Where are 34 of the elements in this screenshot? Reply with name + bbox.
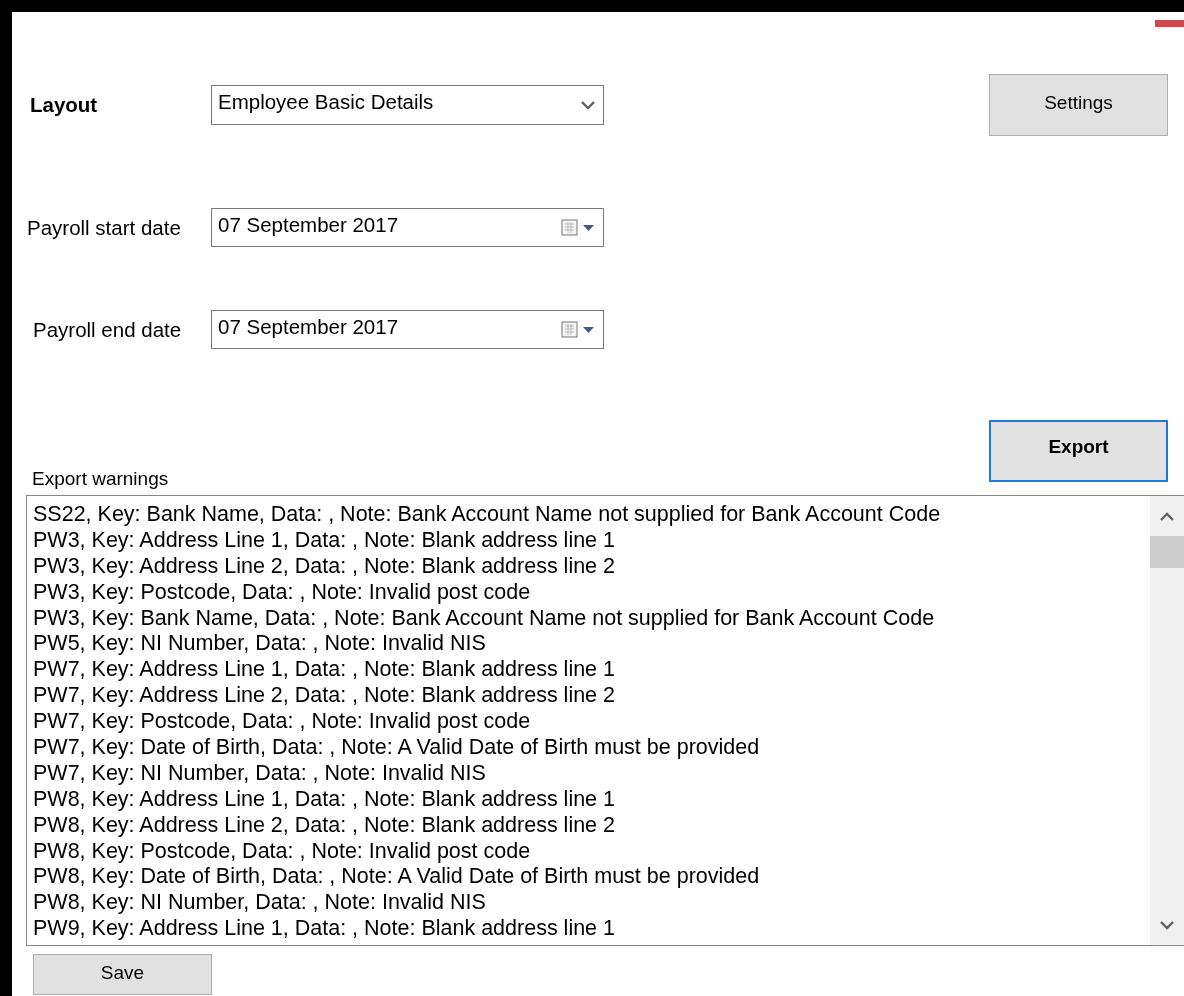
warning-line: PW3, Key: Address Line 2, Data: , Note: Blank address line 2	[33, 553, 616, 580]
calendar-dropdown-icon[interactable]	[561, 320, 595, 339]
settings-button[interactable]: Settings	[989, 74, 1168, 136]
field-label: Payroll end date	[32, 317, 183, 342]
warning-line: PW7, Key: Date of Birth, Data: , Note: A Valid Date of Birth must be provided	[33, 735, 761, 761]
warning-line: PW8, Key: NI Number, Data: , Note: Invalid NIS	[33, 890, 487, 917]
save-button[interactable]: Save	[33, 954, 212, 995]
scroll-up-icon[interactable]	[1160, 511, 1174, 521]
warning-line: PW7, Key: Postcode, Data: , Note: Invalid post code	[33, 709, 532, 735]
warning-line: PW8, Key: Date of Birth, Data: , Note: A Valid Date of Birth must be provided	[33, 864, 761, 891]
warning-line: PW3, Key: Postcode, Data: , Note: Invalid post code	[33, 579, 532, 606]
scroll-down-icon[interactable]	[1160, 920, 1174, 930]
export-button[interactable]: Export	[989, 420, 1168, 482]
field-label: Export warnings	[31, 468, 169, 491]
chevron-down-icon[interactable]	[581, 100, 595, 110]
warning-line: PW3, Key: Bank Name, Data: , Note: Bank Account Name not supplied for Bank Account Code	[33, 605, 936, 632]
warning-line: PW7, Key: Address Line 2, Data: , Note: Blank address line 2	[33, 683, 616, 710]
warning-line: PW7, Key: NI Number, Data: , Note: Invalid NIS	[33, 760, 487, 787]
warning-line: PW9, Key: Address Line 1, Data: , Note: Blank address line 1	[33, 916, 616, 943]
date-picker[interactable]: 07 September 2017	[211, 310, 604, 349]
date-picker[interactable]: 07 September 2017	[211, 208, 604, 247]
scroll-thumb[interactable]	[1150, 536, 1184, 568]
scrollbar[interactable]	[1150, 496, 1184, 945]
warning-line: PW8, Key: Address Line 2, Data: , Note: Blank address line 2	[33, 812, 616, 839]
warning-line: SS22, Key: Bank Name, Data: , Note: Bank Account Name not supplied for Bank Account Code	[33, 502, 942, 528]
warning-line: PW3, Key: Address Line 1, Data: , Note: Blank address line 1	[33, 527, 616, 554]
field-label: Layout	[29, 93, 99, 117]
layout-dropdown[interactable]: Employee Basic Details	[211, 85, 604, 125]
warning-line: PW5, Key: NI Number, Data: , Note: Invalid NIS	[33, 631, 487, 658]
warning-line: PW8, Key: Address Line 1, Data: , Note: Blank address line 1	[33, 786, 616, 813]
field-label: Payroll start date	[26, 215, 182, 240]
calendar-dropdown-icon[interactable]	[561, 218, 595, 237]
warning-line: PW8, Key: Postcode, Data: , Note: Invalid post code	[33, 838, 532, 865]
warning-line: PW7, Key: Address Line 1, Data: , Note: Blank address line 1	[33, 657, 616, 684]
